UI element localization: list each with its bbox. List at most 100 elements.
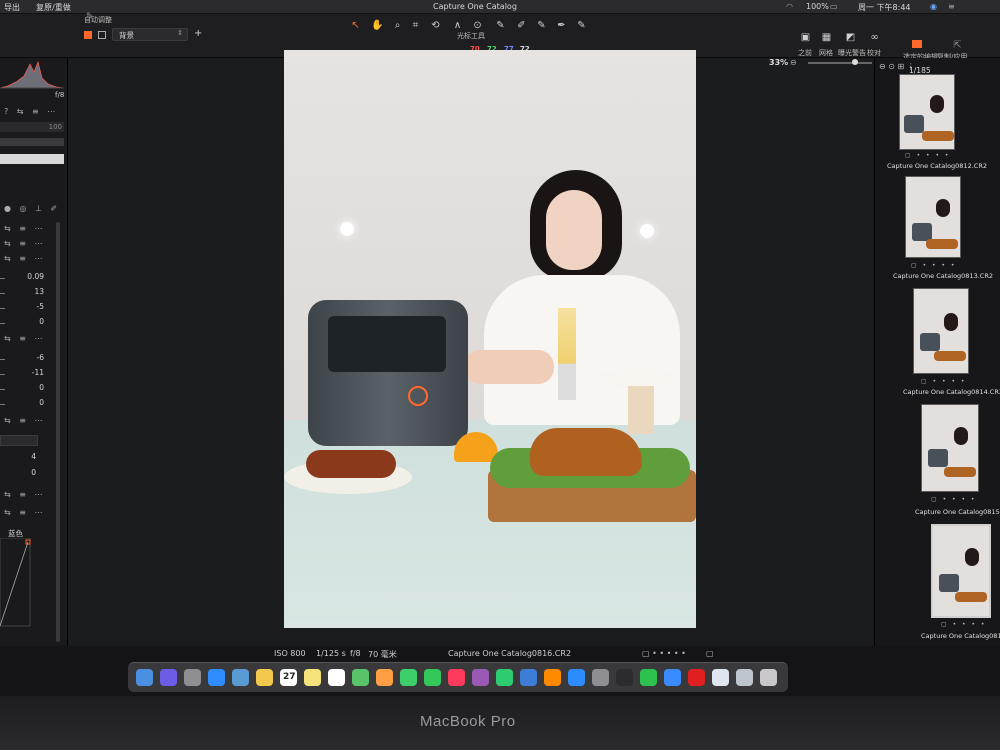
safari-icon[interactable] [208, 669, 225, 686]
add-icon[interactable]: + [194, 28, 202, 39]
battery-icon[interactable]: ▭ [830, 2, 838, 11]
system-preferences-icon[interactable] [592, 669, 609, 686]
main-photo[interactable] [284, 50, 696, 628]
reminders-icon[interactable] [328, 669, 345, 686]
preview-icon[interactable] [712, 669, 729, 686]
notes-folder-icon[interactable] [256, 669, 273, 686]
menubar-clock[interactable]: 周一 下午8:44 [858, 2, 911, 13]
gradient-mask-icon[interactable]: ✎ [536, 20, 547, 31]
grid-label[interactable]: 网格 [819, 48, 833, 58]
adjust-value-8: 0 [39, 398, 44, 407]
tool-header-icons-6[interactable]: ⇆ ≡ ⋯ [4, 416, 46, 425]
mode-select[interactable] [0, 435, 38, 446]
capture-one-icon[interactable] [616, 669, 633, 686]
control-center-icon[interactable]: ≡ [948, 2, 955, 11]
facetime-icon[interactable] [424, 669, 441, 686]
keystone-icon[interactable]: ∧ [452, 20, 463, 31]
thumbnail-5-selected[interactable] [931, 524, 991, 618]
thumb-2-rating[interactable]: ▢ • • • • [911, 262, 956, 269]
tool-icons-row[interactable]: ● ◎ ⊥ ✐ [4, 204, 60, 213]
photos-icon[interactable] [376, 669, 393, 686]
color-picker-icon[interactable]: ✒ [556, 20, 567, 31]
pan-hand-icon[interactable]: ✋ [371, 20, 383, 31]
zoom-fit-icon[interactable]: ⊖ [790, 58, 797, 67]
thumbnail-1[interactable] [899, 74, 955, 150]
siri-menu-icon[interactable]: ◉ [930, 2, 937, 11]
zoom-icon[interactable]: ⌕ [392, 20, 403, 31]
thumbnail-2[interactable] [905, 176, 961, 258]
wifi-icon[interactable]: ◠ [786, 2, 793, 11]
zoom-slider[interactable] [808, 59, 872, 65]
brush-icon[interactable]: ✎ [495, 20, 506, 31]
background-select[interactable]: 背景 ⇕ [112, 28, 188, 41]
tool-header-icons-2[interactable]: ⇆ ≡ ⋯ [4, 224, 46, 233]
layout-compare-icon[interactable] [98, 31, 106, 39]
trash-icon[interactable] [760, 669, 777, 686]
slider-track[interactable]: 100 [0, 122, 64, 132]
music-icon[interactable] [448, 669, 465, 686]
finder-icon[interactable] [136, 669, 153, 686]
photos-preview-icon[interactable] [232, 669, 249, 686]
keynote-icon[interactable] [520, 669, 537, 686]
tool-header-icons-3[interactable]: ⇆ ≡ ⋯ [4, 239, 46, 248]
thumb-4-rating[interactable]: ▢ • • • • [931, 496, 976, 503]
siri-icon[interactable] [160, 669, 177, 686]
thumb-food [934, 351, 966, 361]
image-capture-icon[interactable] [736, 669, 753, 686]
rating-dots[interactable]: ▢ • • • • • [642, 649, 686, 658]
before-label[interactable]: 之前 [798, 48, 812, 58]
zoom-level[interactable]: 33% [769, 58, 788, 67]
color-tag-icon[interactable]: ▢ [706, 649, 714, 658]
annotate-icon[interactable]: ✎ [576, 20, 587, 31]
wechat-icon[interactable] [640, 669, 657, 686]
tool-header-icons[interactable]: ? ⇆ ≡ ⋯ [4, 107, 58, 116]
exposure-warning-label[interactable]: 曝光警告 [838, 48, 866, 58]
thumb-3-rating[interactable]: ▢ • • • • [921, 378, 966, 385]
thumb-1-rating[interactable]: ▢ • • • • [905, 152, 950, 159]
apply-edits-icon[interactable] [912, 40, 922, 48]
launchpad-icon[interactable] [184, 669, 201, 686]
spot-removal-icon[interactable]: ⊙ [472, 20, 483, 31]
zoom-slider-knob[interactable] [852, 59, 858, 65]
curve-graph[interactable] [0, 538, 32, 628]
tool-header-icons-8[interactable]: ⇆ ≡ ⋯ [4, 508, 46, 517]
thumbnail-4-label: Capture One Catalog0815.CR2 [915, 508, 1000, 516]
stickies-icon[interactable] [304, 669, 321, 686]
menu-export[interactable]: 导出 [4, 2, 20, 13]
crop-icon[interactable]: ⌗ [410, 20, 421, 31]
copy-apply-icon[interactable]: ⇱ [952, 40, 963, 51]
slider-track-2[interactable] [0, 138, 64, 146]
rotate-icon[interactable]: ⟲ [430, 20, 441, 31]
adjust-value-6: -11 [31, 368, 44, 377]
thumb-5-rating[interactable]: ▢ • • • • [941, 621, 986, 628]
grid-icon[interactable]: ▦ [821, 32, 832, 43]
thumbnail-3[interactable] [913, 288, 969, 374]
before-icon[interactable]: ▣ [800, 32, 811, 43]
messages-icon[interactable] [400, 669, 417, 686]
tool-header-icons-4[interactable]: ⇆ ≡ ⋯ [4, 254, 46, 263]
netease-music-icon[interactable] [688, 669, 705, 686]
proof-icon[interactable]: ∞ [869, 32, 880, 43]
meta-aperture: f/8 [350, 649, 361, 658]
tool-header-icons-5[interactable]: ⇆ ≡ ⋯ [4, 334, 46, 343]
eraser-icon[interactable]: ✐ [516, 20, 527, 31]
dock: 27 [128, 662, 788, 692]
menu-undo-redo[interactable]: 复原/重做 [36, 2, 71, 13]
tool-header-icons-7[interactable]: ⇆ ≡ ⋯ [4, 490, 46, 499]
maps-icon[interactable] [352, 669, 369, 686]
thumbnail-1-label: Capture One Catalog0812.CR2 [887, 162, 987, 170]
app-store-icon[interactable] [568, 669, 585, 686]
thumbnail-4[interactable] [921, 404, 979, 492]
proof-label[interactable]: 校对 [867, 48, 881, 58]
cursor-tools-label: 光标工具 [457, 32, 485, 40]
scrollbar[interactable] [56, 222, 60, 642]
layout-single-icon[interactable] [84, 31, 92, 39]
baidu-netdisk-icon[interactable] [664, 669, 681, 686]
calendar-icon[interactable]: 27 [280, 669, 297, 686]
exposure-warning-icon[interactable]: ◩ [845, 32, 856, 43]
white-field[interactable] [0, 154, 64, 164]
podcasts-icon[interactable] [472, 669, 489, 686]
select-cursor-icon[interactable]: ↖ [350, 20, 361, 31]
books-icon[interactable] [544, 669, 561, 686]
numbers-icon[interactable] [496, 669, 513, 686]
